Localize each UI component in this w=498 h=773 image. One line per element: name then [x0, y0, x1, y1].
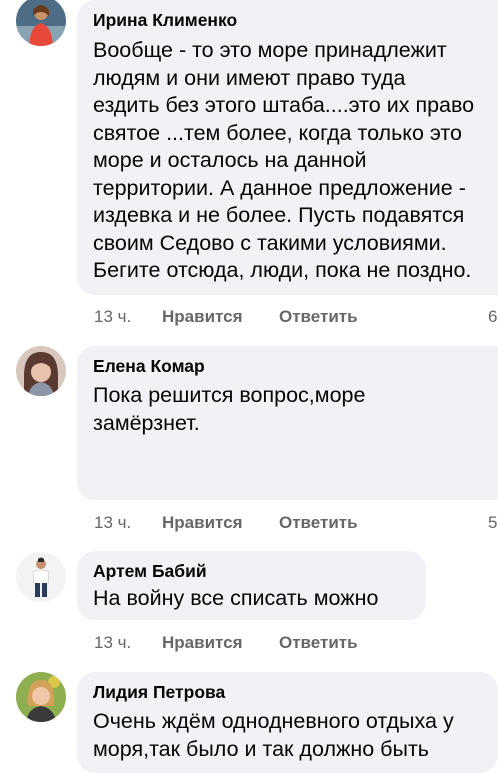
like-button[interactable]: Нравится: [162, 307, 279, 327]
comment-text: Вообще - то это море принадлежит людям и…: [93, 37, 498, 285]
comment-text: Очень ждём однодневного отдыха у моря,та…: [93, 708, 498, 763]
comment-author[interactable]: Артем Бабий: [93, 560, 426, 582]
comment-bubble: Ирина Клименко Вообще - то это море прин…: [77, 0, 498, 295]
comment-text-line: Бегите отсюда, люди, пока не поздно.: [93, 258, 472, 282]
comment-actions: 13 ч. Нравится Ответить: [94, 513, 358, 533]
reaction-count[interactable]: 5: [488, 513, 497, 533]
avatar[interactable]: [16, 552, 66, 602]
comment-actions: 13 ч. Нравится Ответить: [94, 633, 358, 653]
comment-text-line: Очень ждём однодневного отдыха у: [93, 709, 454, 733]
comment-text-line: Пока решится вопрос,море: [93, 383, 366, 407]
reply-button[interactable]: Ответить: [279, 307, 358, 327]
comment-text-line: своим Седово с такими условиями.: [93, 230, 447, 255]
comment-text-line: людям и они имеют право туда: [93, 65, 406, 90]
comment-author[interactable]: Лидия Петрова: [93, 681, 498, 703]
comment-text-line: замёрзнет.: [93, 410, 200, 435]
comment-timestamp[interactable]: 13 ч.: [94, 633, 162, 653]
comment-text-line: ездить без этого штаба....это их право: [93, 93, 475, 117]
avatar[interactable]: [16, 0, 66, 46]
comment-text: На войну все списать можно: [93, 585, 426, 613]
avatar[interactable]: [16, 346, 66, 396]
comment-text-line: Вообще - то это море принадлежит: [93, 38, 447, 62]
comment-bubble: Артем Бабий На войну все списать можно: [77, 551, 426, 620]
comment-author[interactable]: Ирина Клименко: [93, 9, 498, 31]
comment-actions: 13 ч. Нравится Ответить: [94, 307, 358, 327]
reply-button[interactable]: Ответить: [279, 633, 358, 653]
comment-timestamp[interactable]: 13 ч.: [94, 307, 162, 327]
comment-text-line: святое ...тем более, когда только это: [93, 120, 462, 145]
comment-text: Пока решится вопрос,море замёрзнет.: [93, 382, 498, 437]
comment-text-line: моря,так было и так должно быть: [93, 736, 430, 761]
comment-author[interactable]: Елена Комар: [93, 355, 498, 377]
comment-timestamp[interactable]: 13 ч.: [94, 513, 162, 533]
avatar[interactable]: [16, 672, 66, 722]
comment-text-line: издевка и не более. Пусть подавятся: [93, 203, 465, 227]
comment-bubble: Елена Комар Пока решится вопрос,море зам…: [77, 346, 498, 500]
like-button[interactable]: Нравится: [162, 513, 279, 533]
like-button[interactable]: Нравится: [162, 633, 279, 653]
reply-button[interactable]: Ответить: [279, 513, 358, 533]
comment-bubble: Лидия Петрова Очень ждём однодневного от…: [77, 672, 498, 773]
comment-text-line: На войну все списать можно: [93, 586, 379, 610]
comment-text-line: море и осталось на данной: [93, 148, 367, 172]
reaction-count[interactable]: 6: [488, 307, 497, 327]
comment-text-line: территории. А данное предложение -: [93, 175, 466, 200]
